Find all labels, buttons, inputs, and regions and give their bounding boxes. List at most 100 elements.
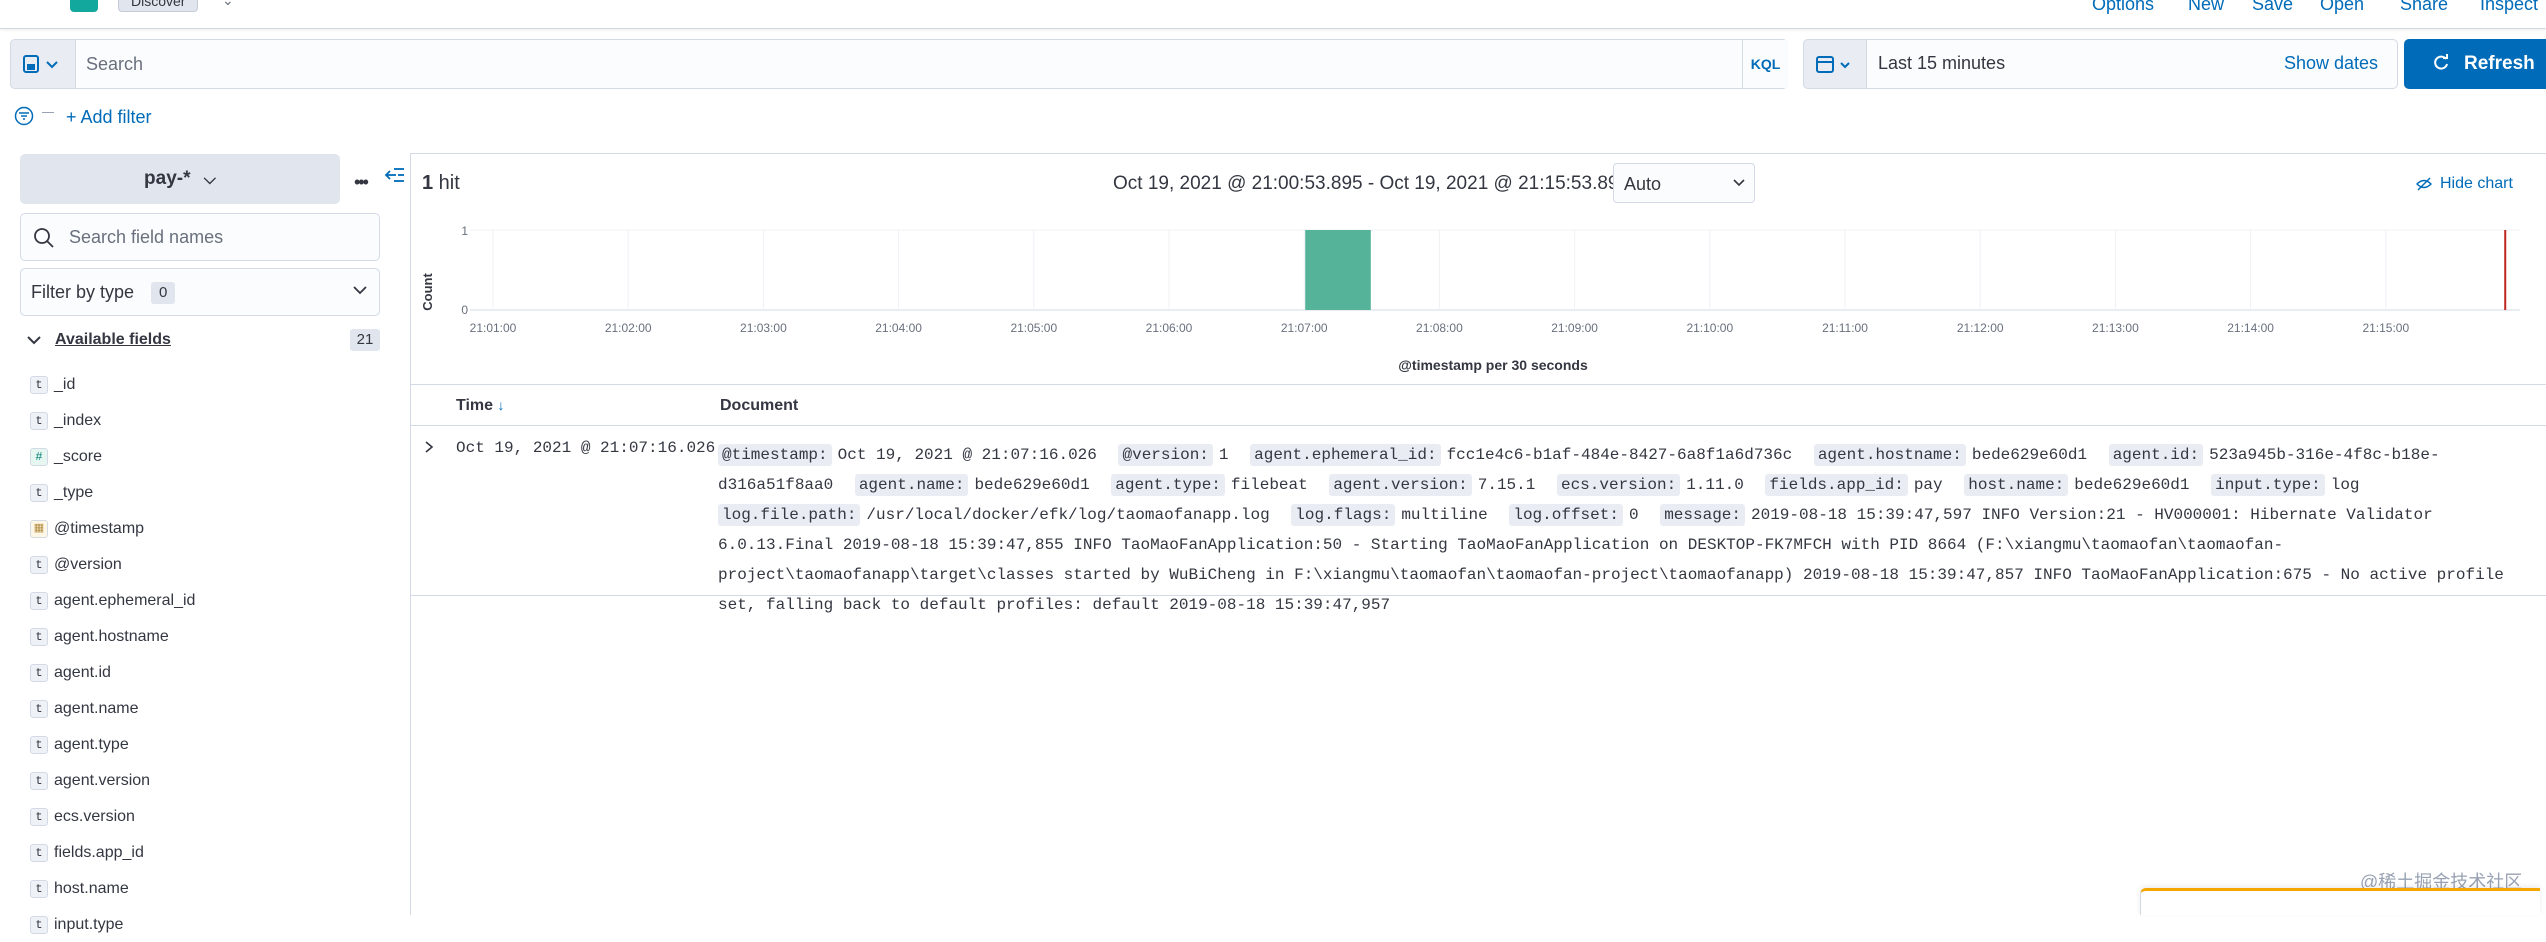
field-name: agent.name — [54, 700, 139, 717]
x-tick-label: 21:06:00 — [1146, 321, 1193, 335]
doc-field-key: agent.id: — [2108, 444, 2204, 466]
time-column-header[interactable]: Time ↓ — [456, 397, 505, 415]
filter-count-badge: 0 — [151, 282, 176, 304]
text-field-icon: t — [30, 556, 48, 574]
field-name: host.name — [54, 880, 129, 897]
doc-field-value: 1.11.0 — [1686, 476, 1744, 494]
x-tick-label: 21:02:00 — [605, 321, 652, 335]
field-name: ecs.version — [54, 808, 135, 825]
filter-by-type-button[interactable]: Filter by type 0 — [20, 268, 380, 316]
field-name: _id — [54, 376, 76, 393]
quick-select-button[interactable] — [1803, 39, 1867, 89]
doc-field-key: message: — [1660, 504, 1745, 526]
doc-field-key: agent.version: — [1329, 474, 1472, 496]
app-badge[interactable]: Discover — [118, 0, 199, 12]
x-tick-label: 21:05:00 — [1010, 321, 1057, 335]
histogram-chart: 21:01:00 21:02:00 21:03:00 21:04:00 21:05:00… — [420, 224, 2520, 373]
doc-field-key: agent.hostname: — [1813, 444, 1966, 466]
doc-field-key: agent.ephemeral_id: — [1250, 444, 1441, 466]
chart-y-label: Count — [420, 273, 435, 311]
new-link[interactable]: New — [2188, 0, 2224, 15]
field-name: @version — [54, 556, 122, 573]
chevron-down-icon — [353, 286, 367, 295]
chart-x-label: @timestamp per 30 seconds — [1398, 357, 1588, 373]
inspect-link[interactable]: Inspect — [2480, 0, 2538, 15]
doc-field-key: agent.name: — [854, 474, 969, 496]
doc-field-key: @version: — [1118, 444, 1213, 466]
saved-query-button[interactable] — [10, 39, 76, 89]
chevron-down-icon[interactable] — [26, 332, 42, 348]
interval-select[interactable]: Auto — [1613, 163, 1755, 203]
x-tick-label: 21:09:00 — [1551, 321, 1598, 335]
histogram-bar[interactable] — [1305, 230, 1371, 310]
save-link[interactable]: Save — [2252, 0, 2293, 15]
search-input[interactable] — [76, 40, 1742, 88]
index-pattern-selector[interactable]: pay-* ⌵ — [20, 154, 340, 204]
field-name: @timestamp — [54, 520, 145, 537]
chart-x-ticks: 21:01:00 21:02:00 21:03:00 21:04:00 21:05:00… — [470, 321, 2410, 335]
text-field-icon: t — [30, 628, 48, 646]
hide-chart-button[interactable]: Hide chart — [2440, 175, 2513, 193]
x-tick-label: 21:15:00 — [2362, 321, 2409, 335]
hits-count: 1 hit — [422, 172, 460, 195]
doc-field-value: bede629e60d1 — [974, 476, 1090, 494]
doc-field-value: 0 — [1628, 506, 1639, 524]
text-field-icon: t — [30, 844, 48, 862]
doc-field-key: log.file.path: — [718, 504, 861, 526]
toast — [2140, 888, 2540, 915]
chevron-down-icon[interactable]: ⌄ — [222, 0, 234, 9]
more-options-icon[interactable]: ••• — [354, 172, 369, 193]
text-field-icon: t — [30, 916, 48, 934]
sort-arrow-icon[interactable]: ↓ — [498, 397, 505, 413]
field-name: _score — [54, 448, 103, 465]
field-name: _index — [54, 412, 102, 429]
y-tick-label: 0 — [461, 303, 468, 317]
eye-closed-icon[interactable] — [2416, 177, 2432, 191]
x-tick-label: 21:01:00 — [470, 321, 517, 335]
calendar-icon: ▦ — [30, 520, 48, 538]
options-link[interactable]: Options — [2092, 0, 2154, 15]
text-field-icon: t — [30, 700, 48, 718]
doc-field-value: multiline — [1401, 506, 1488, 524]
add-filter-button[interactable]: + Add filter — [66, 107, 152, 128]
doc-field-value: filebeat — [1230, 476, 1308, 494]
text-field-icon: t — [30, 880, 48, 898]
hits-number: 1 — [422, 172, 434, 194]
divider — [42, 112, 54, 113]
refresh-label: Refresh — [2464, 53, 2535, 74]
text-field-icon: t — [30, 592, 48, 610]
share-link[interactable]: Share — [2400, 0, 2448, 15]
divider — [410, 595, 2546, 596]
text-field-icon: t — [30, 736, 48, 754]
filter-options-icon[interactable] — [14, 106, 34, 126]
doc-field-key: input.type: — [2211, 474, 2325, 496]
time-range-label: Oct 19, 2021 @ 21:00:53.895 - Oct 19, 20… — [1113, 173, 1630, 194]
text-field-icon: t — [30, 412, 48, 430]
doc-field-value: Oct 19, 2021 @ 21:07:16.026 — [837, 446, 1097, 464]
chart-bars — [1305, 230, 2507, 310]
number-field-icon: # — [30, 448, 48, 466]
field-name: agent.ephemeral_id — [54, 592, 196, 609]
text-field-icon: t — [30, 484, 48, 502]
available-fields-label[interactable]: Available fields — [55, 331, 171, 349]
menu-icon[interactable] — [18, 0, 52, 16]
doc-field-value: log — [2330, 476, 2360, 494]
field-search-input[interactable] — [69, 215, 369, 259]
date-range-text[interactable]: Last 15 minutes — [1878, 53, 2005, 74]
document-cell: @timestamp: Oct 19, 2021 @ 21:07:16.026 @… — [718, 440, 2518, 620]
interval-value: Auto — [1624, 174, 1662, 194]
space-avatar[interactable] — [70, 0, 98, 12]
refresh-icon — [2434, 54, 2448, 70]
show-dates-link[interactable]: Show dates — [2284, 53, 2378, 74]
refresh-button[interactable]: Refresh — [2404, 39, 2546, 89]
text-field-icon: t — [30, 772, 48, 790]
collapse-sidebar-icon[interactable] — [384, 165, 406, 187]
field-name: agent.type — [54, 736, 129, 753]
x-tick-label: 21:04:00 — [875, 321, 922, 335]
x-tick-label: 21:08:00 — [1416, 321, 1463, 335]
kql-button[interactable]: KQL — [1742, 40, 1788, 88]
divider — [410, 425, 2546, 426]
chevron-right-icon[interactable] — [422, 440, 436, 454]
doc-field-key: @timestamp: — [718, 444, 832, 466]
open-link[interactable]: Open — [2320, 0, 2364, 15]
